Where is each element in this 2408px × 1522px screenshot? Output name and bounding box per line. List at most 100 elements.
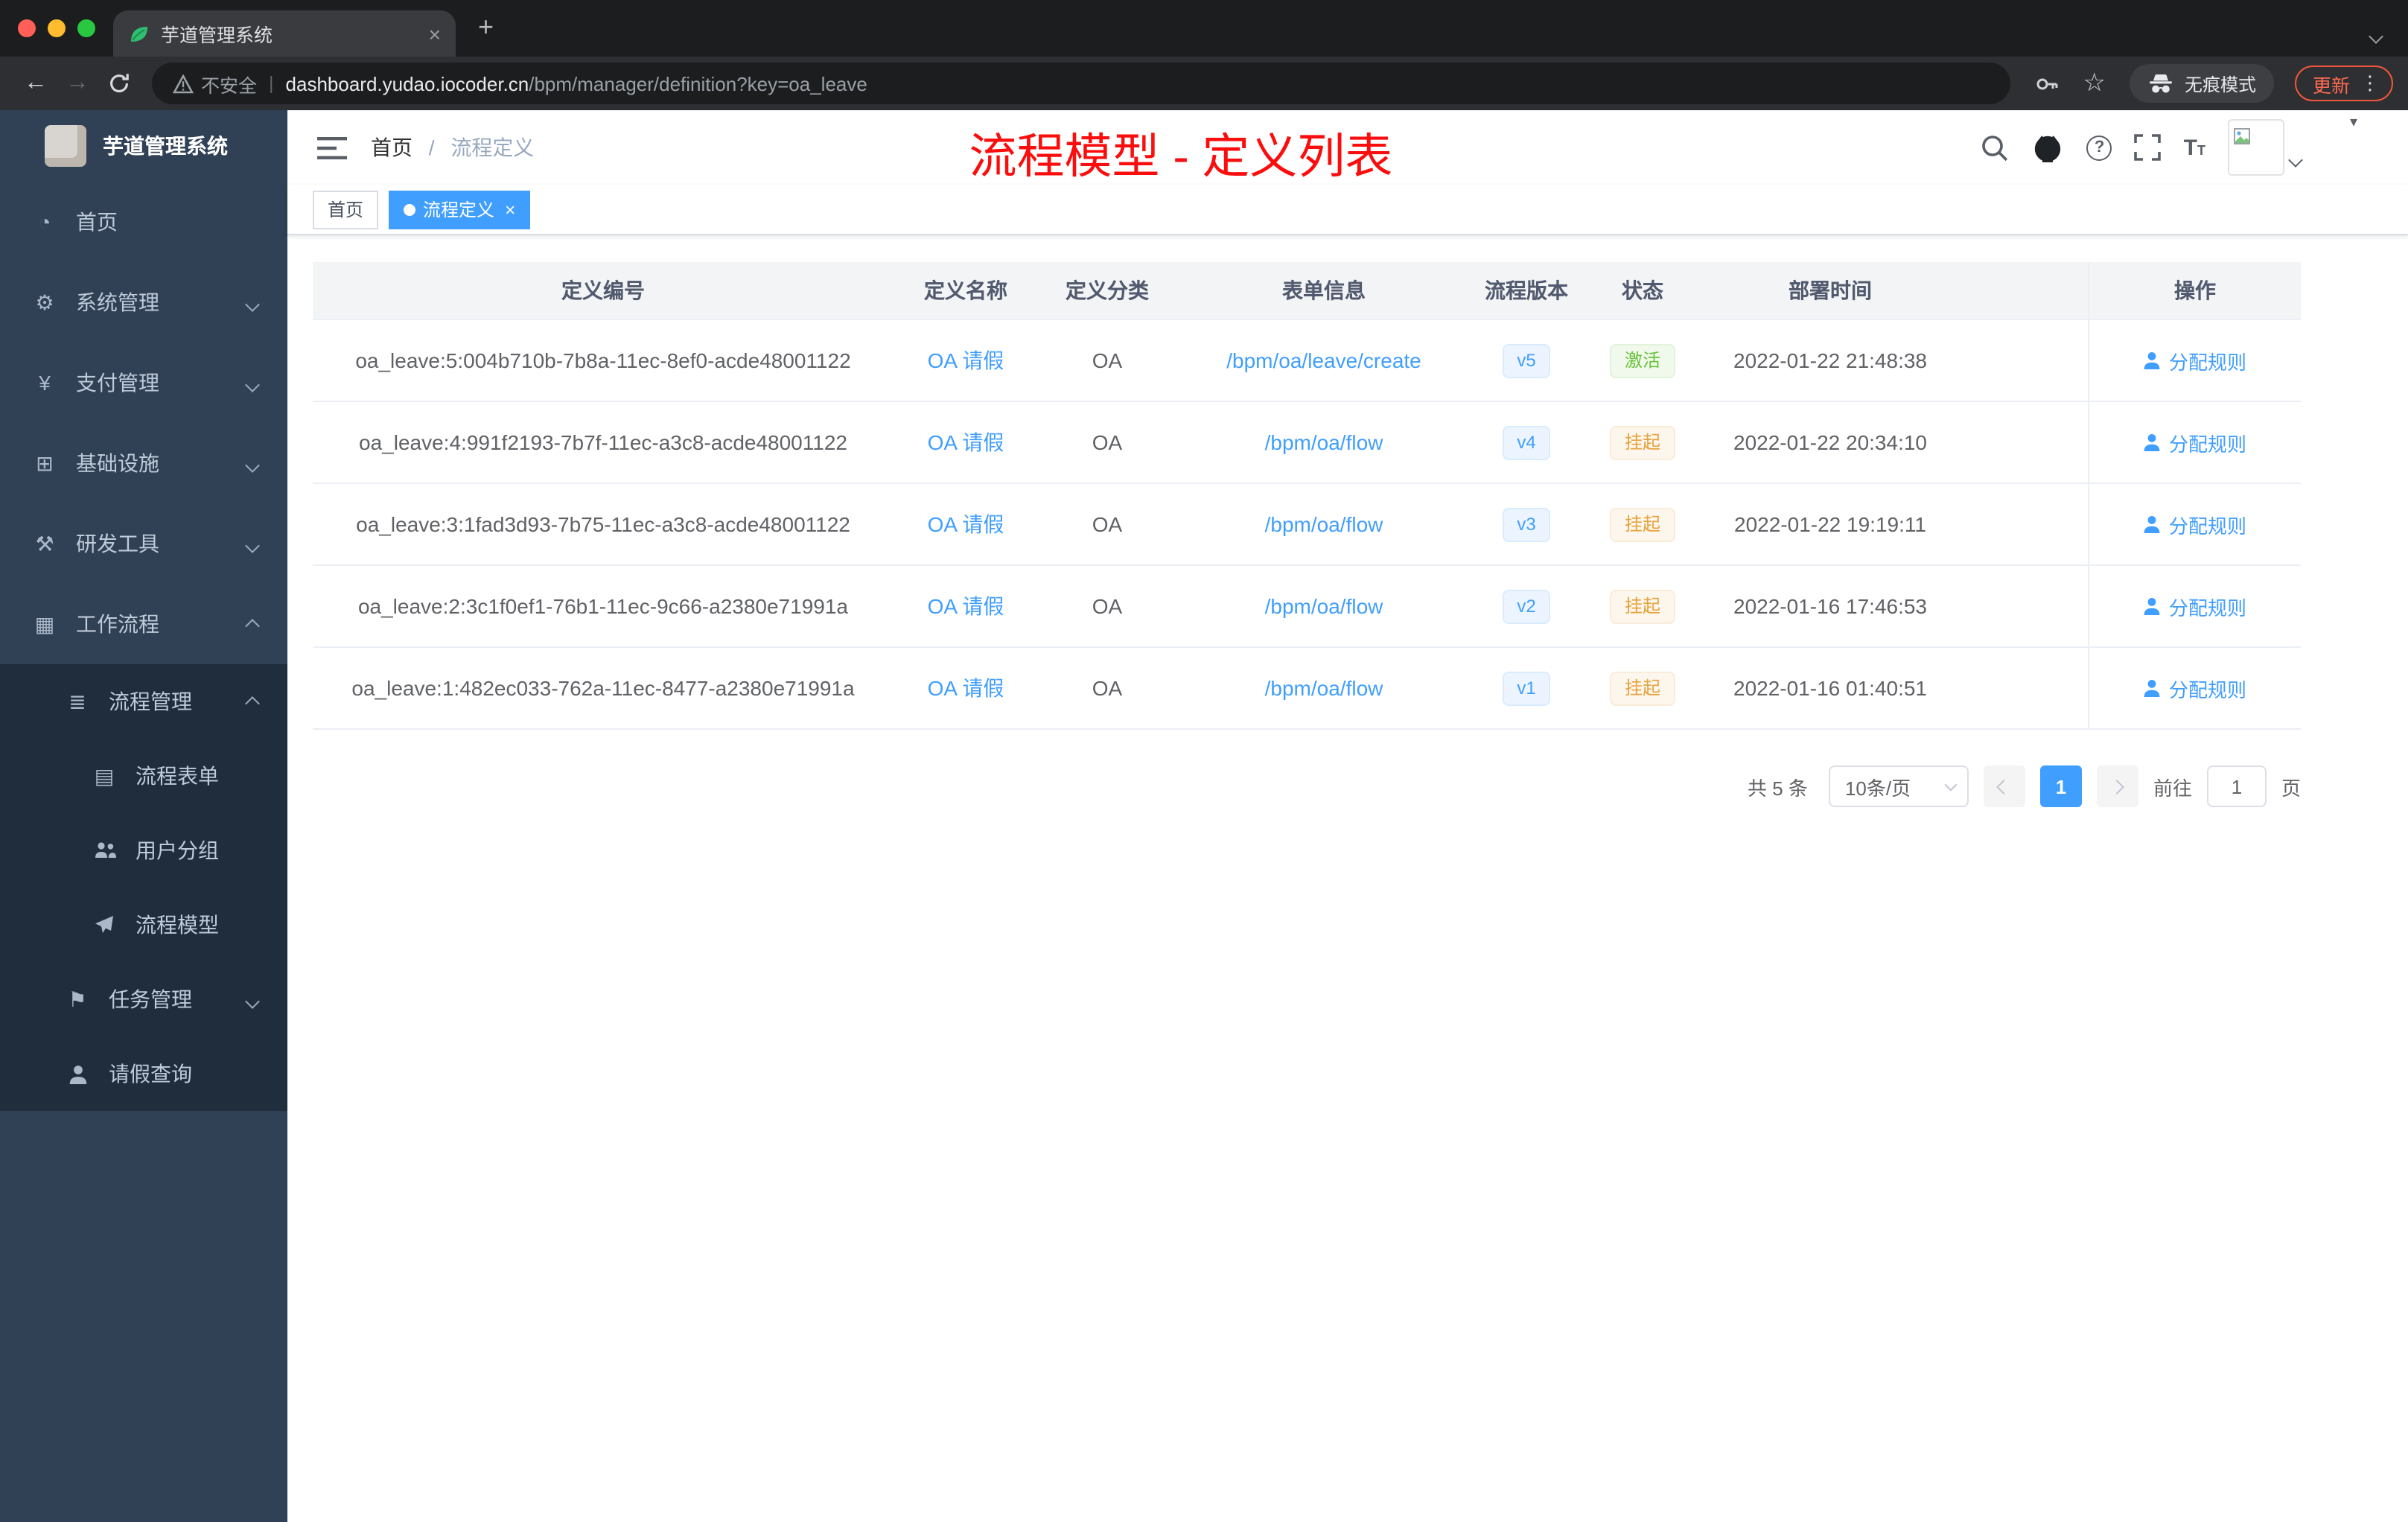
deploy-time: 2022-01-22 19:19:11 <box>1734 512 1926 536</box>
definition-name-link[interactable]: OA 请假 <box>928 346 1004 375</box>
assign-rule-link[interactable]: 分配规则 <box>2144 428 2246 456</box>
page-unit-label: 页 <box>2281 777 2301 799</box>
sidebar-item-infrastructure[interactable]: ⊞ 基础设施 <box>0 423 287 503</box>
browser-window: 芋道管理系统 × + ← → 不安全 | dashboard.yudao.ioc… <box>0 0 2408 1522</box>
tab-title: 芋道管理系统 <box>161 25 273 46</box>
fullscreen-icon[interactable] <box>2134 134 2162 161</box>
column-header-process-version: 流程版本 <box>1485 278 1568 302</box>
password-key-icon[interactable] <box>2033 71 2059 96</box>
close-window-button[interactable] <box>18 19 36 37</box>
assign-rule-link[interactable]: 分配规则 <box>2144 592 2246 620</box>
form-info-link[interactable]: /bpm/oa/flow <box>1265 430 1383 454</box>
goto-page-input[interactable] <box>2206 765 2267 807</box>
page-content: 定义编号 定义名称 定义分类 表单信息 流程版本 状态 部署时间 操作 oa_l… <box>287 235 2408 807</box>
definition-id: oa_leave:3:1fad3d93-7b75-11ec-a3c8-acde4… <box>356 512 850 536</box>
flag-icon: ⚑ <box>68 987 87 1010</box>
next-page-button[interactable] <box>2096 765 2138 807</box>
url-host: dashboard.yudao.iocoder.cn <box>285 72 529 95</box>
prev-page-button[interactable] <box>1983 765 2025 807</box>
update-browser-button[interactable]: 更新 ⋮ <box>2294 66 2393 101</box>
definition-name-link[interactable]: OA 请假 <box>928 509 1004 539</box>
tools-icon: ⚒ <box>35 531 54 555</box>
sidebar-item-user-groups[interactable]: 用户分组 <box>0 813 287 888</box>
tab-close-icon[interactable]: × <box>429 23 441 44</box>
zoom-window-button[interactable] <box>77 19 95 37</box>
chevron-down-icon <box>2288 146 2303 173</box>
user-group-icon <box>92 841 116 859</box>
sidebar-item-process-models[interactable]: 流程模型 <box>0 888 287 962</box>
form-info-link[interactable]: /bpm/oa/flow <box>1265 676 1383 700</box>
address-bar[interactable]: 不安全 | dashboard.yudao.iocoder.cn /bpm/ma… <box>152 63 2010 104</box>
browser-tab[interactable]: 芋道管理系统 × <box>113 10 456 57</box>
sidebar-item-process-management[interactable]: ≣ 流程管理 <box>0 664 287 739</box>
sidebar-item-system-management[interactable]: ⚙ 系统管理 <box>0 262 287 343</box>
url-path: /bpm/manager/definition?key=oa_leave <box>529 72 867 95</box>
table-row: oa_leave:4:991f2193-7b7f-11ec-a3c8-acde4… <box>313 402 2301 484</box>
search-icon[interactable] <box>1981 133 2010 162</box>
sidebar-item-task-management[interactable]: ⚑ 任务管理 <box>0 962 287 1037</box>
person-icon <box>2144 434 2161 451</box>
sidebar-toggle-hamburger-icon[interactable] <box>317 135 347 160</box>
sidebar-item-process-forms[interactable]: ▤ 流程表单 <box>0 739 287 813</box>
assign-rule-link[interactable]: 分配规则 <box>2144 346 2246 375</box>
bookmark-star-icon[interactable]: ☆ <box>2083 69 2106 98</box>
version-badge: v4 <box>1502 425 1551 459</box>
active-dot-icon <box>404 203 416 215</box>
tag-home[interactable]: 首页 <box>313 190 379 229</box>
column-header-form-info: 表单信息 <box>1282 278 1366 302</box>
sidebar-item-home[interactable]: ◔ 首页 <box>0 182 287 262</box>
avatar <box>2228 119 2284 176</box>
table-row: oa_leave:5:004b710b-7b8a-11ec-8ef0-acde4… <box>313 320 2301 402</box>
row-spacer <box>1957 566 2088 646</box>
person-icon <box>2144 516 2161 533</box>
new-tab-button[interactable]: + <box>478 12 494 43</box>
font-size-icon[interactable]: TT <box>2184 135 2205 160</box>
table-row: oa_leave:1:482ec033-762a-11ec-8477-a2380… <box>313 648 2301 730</box>
help-question-icon[interactable]: ? <box>2086 135 2112 160</box>
assign-rule-link[interactable]: 分配规则 <box>2144 674 2246 702</box>
chevron-down-icon <box>245 290 260 314</box>
version-badge: v5 <box>1502 343 1551 378</box>
assign-rule-link[interactable]: 分配规则 <box>2144 510 2246 538</box>
window-controls <box>18 19 95 37</box>
tag-close-icon[interactable]: × <box>505 199 515 220</box>
pagination: 共 5 条 10条/页 1 前往 页 <box>313 765 2301 807</box>
minimize-window-button[interactable] <box>48 19 66 37</box>
security-warning[interactable]: 不安全 <box>173 69 257 98</box>
sidebar-item-workflow[interactable]: ▦ 工作流程 <box>0 584 287 664</box>
form-info-link[interactable]: /bpm/oa/leave/create <box>1226 348 1421 372</box>
user-avatar-menu[interactable] <box>2228 119 2303 176</box>
form-info-link[interactable]: /bpm/oa/flow <box>1265 594 1383 618</box>
row-spacer <box>1957 648 2088 728</box>
page-number-button[interactable]: 1 <box>2039 765 2082 807</box>
sidebar-item-dev-tools[interactable]: ⚒ 研发工具 <box>0 503 287 584</box>
definition-name-link[interactable]: OA 请假 <box>928 591 1004 621</box>
form-icon: ▤ <box>94 763 115 787</box>
warning-triangle-icon <box>173 74 194 93</box>
browser-menu-kebab-icon[interactable]: ⋮ <box>2360 71 2380 95</box>
chevron-up-icon <box>245 690 260 713</box>
person-icon <box>2144 680 2161 697</box>
tab-search-chevron-icon[interactable] <box>2369 22 2383 49</box>
sidebar-item-payment-management[interactable]: ¥ 支付管理 <box>0 343 287 423</box>
security-label: 不安全 <box>201 75 258 96</box>
form-info-link[interactable]: /bpm/oa/flow <box>1265 512 1383 536</box>
tag-process-definition[interactable]: 流程定义 × <box>389 190 531 229</box>
page-size-select[interactable]: 10条/页 <box>1828 765 1969 807</box>
breadcrumb-separator: / <box>428 136 435 159</box>
forward-button[interactable]: → <box>57 70 98 97</box>
chevron-down-icon <box>1944 777 1958 791</box>
chevron-up-icon <box>245 612 260 636</box>
definition-name-link[interactable]: OA 请假 <box>928 427 1004 457</box>
sidebar: 芋道管理系统 ◔ 首页 ⚙ 系统管理 ¥ 支付管理 ⊞ 基础设施 ⚒ 研发工具 … <box>0 110 287 1522</box>
reload-button[interactable] <box>98 71 140 95</box>
definition-name-link[interactable]: OA 请假 <box>928 673 1004 703</box>
navbar-actions: ? TT <box>1981 110 2303 185</box>
breadcrumb-current: 流程定义 <box>450 136 535 159</box>
definition-id: oa_leave:5:004b710b-7b8a-11ec-8ef0-acde4… <box>355 348 851 372</box>
github-icon[interactable] <box>2032 132 2065 163</box>
breadcrumb-home[interactable]: 首页 <box>371 136 413 159</box>
logo-title: 芋道管理系统 <box>103 134 228 158</box>
back-button[interactable]: ← <box>15 70 57 97</box>
sidebar-item-leave-query[interactable]: 请假查询 <box>0 1037 287 1111</box>
